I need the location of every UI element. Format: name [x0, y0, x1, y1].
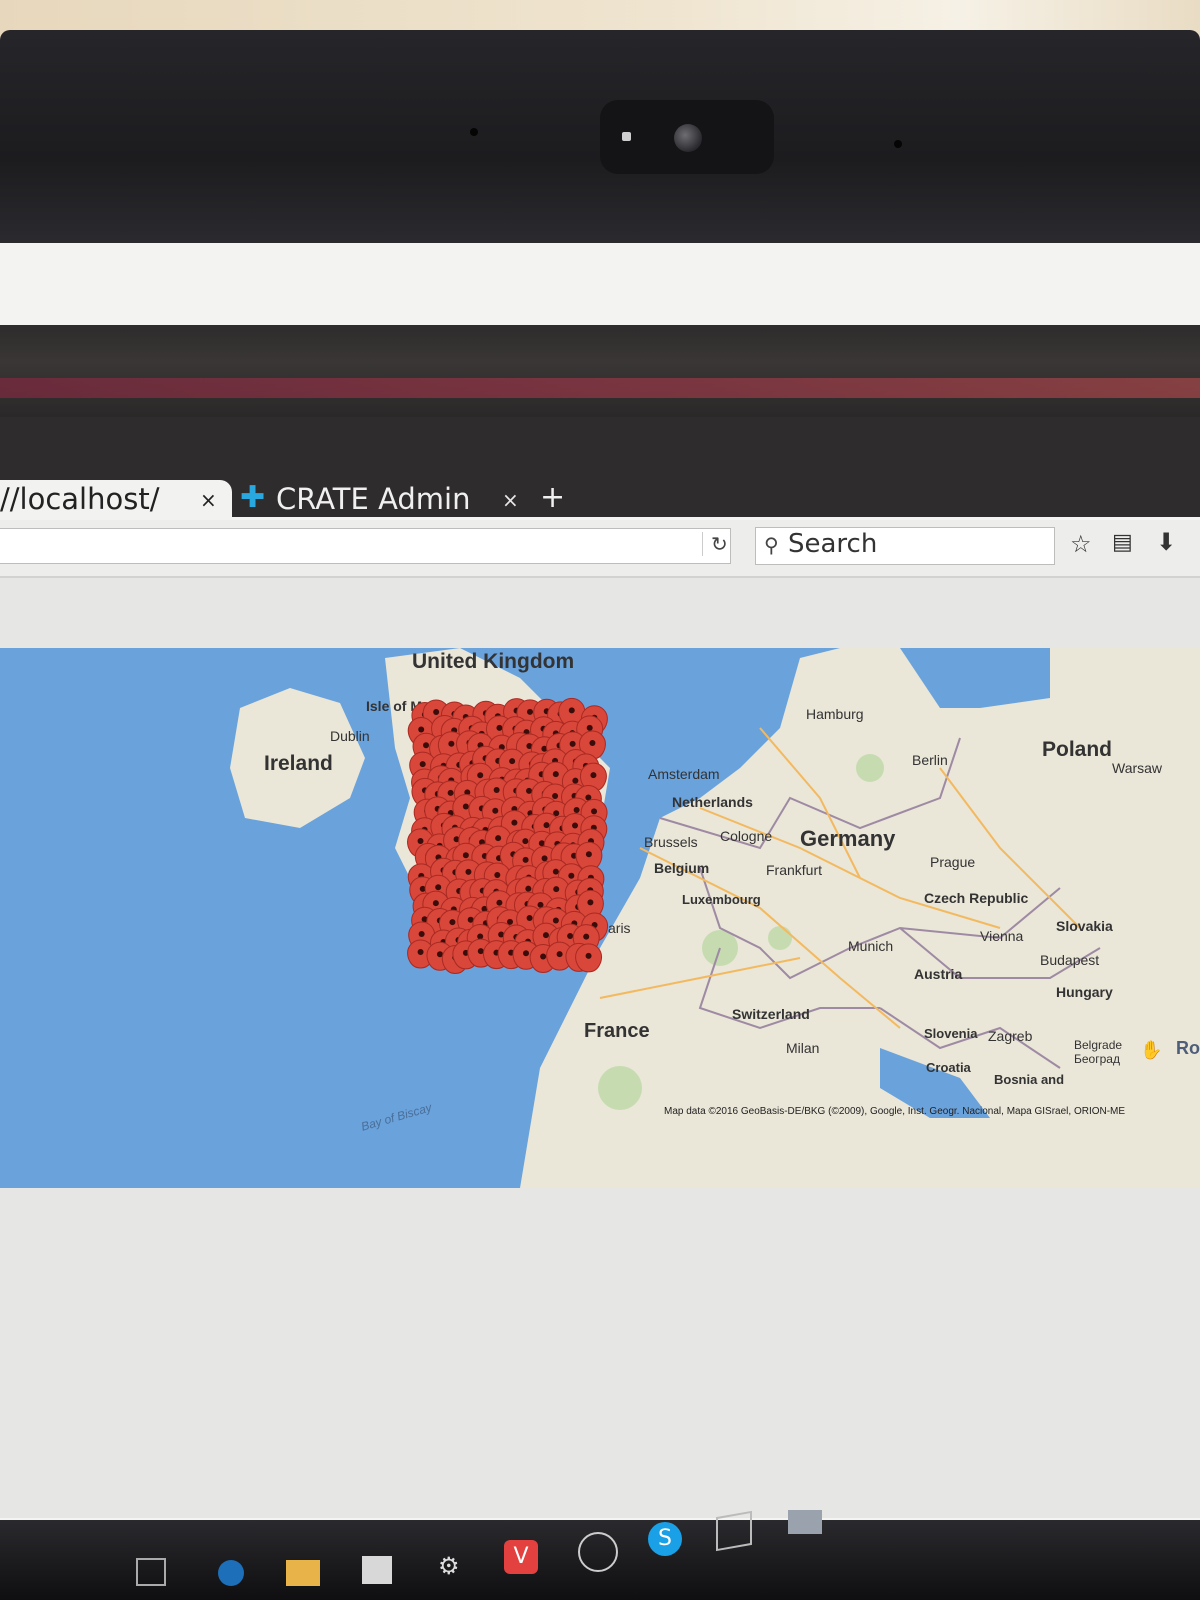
marker-cluster[interactable] [0, 648, 1200, 1188]
crate-plus-icon: ✚ [240, 480, 266, 515]
bookmark-star-icon[interactable]: ☆ [1070, 530, 1092, 558]
webcam-led [622, 132, 631, 141]
tab-close-icon[interactable]: × [200, 488, 217, 512]
address-bar[interactable] [0, 528, 731, 564]
new-tab-button[interactable]: + [540, 480, 565, 515]
screen-top-bar [0, 243, 1200, 325]
box-icon[interactable] [716, 1510, 752, 1552]
google-map[interactable]: United Kingdom Ireland Poland Germany Ne… [0, 648, 1200, 1188]
network-icon[interactable] [788, 1510, 822, 1534]
edge-icon[interactable] [218, 1560, 244, 1586]
tab-crate-admin[interactable]: ✚ CRATE Admin × [240, 480, 530, 520]
task-view-icon[interactable] [136, 1558, 166, 1586]
search-placeholder: Search [788, 529, 878, 559]
map-pin-marker[interactable] [575, 943, 603, 973]
file-explorer-icon[interactable] [286, 1560, 320, 1586]
webcam-lens [674, 124, 702, 152]
unity-icon[interactable]: ⚙ [438, 1552, 468, 1582]
tab-url-label: //localhost/ [0, 482, 160, 516]
microphone-icon [470, 128, 478, 136]
search-box[interactable]: ⚲ Search [755, 527, 1055, 565]
search-icon: ⚲ [764, 533, 779, 557]
screen-reflection [0, 378, 1200, 398]
reload-icon[interactable]: ↻ [702, 532, 728, 556]
window-titlebar [0, 325, 1200, 417]
download-icon[interactable]: ⬇ [1156, 528, 1176, 556]
vivaldi-icon[interactable]: V [504, 1540, 538, 1574]
tab-localhost[interactable]: //localhost/ × [0, 480, 232, 520]
tab-close-icon[interactable]: × [502, 488, 519, 512]
reading-list-icon[interactable]: ▤ [1112, 530, 1133, 555]
microphone-icon [894, 140, 902, 148]
tab-title: CRATE Admin [276, 482, 471, 516]
skype-icon[interactable]: S [648, 1522, 682, 1556]
store-icon[interactable] [362, 1556, 392, 1584]
app-icon[interactable] [578, 1532, 618, 1572]
webcam [600, 100, 774, 174]
